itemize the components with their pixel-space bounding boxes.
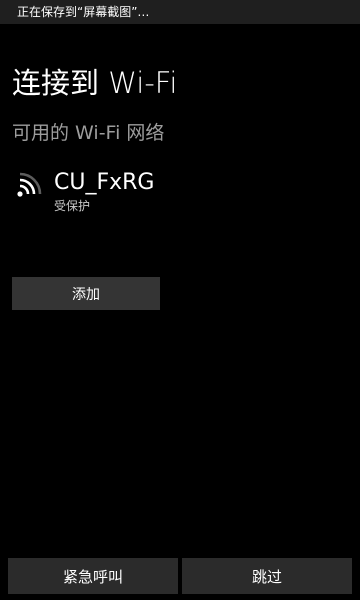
- bottom-action-bar: 紧急呼叫 跳过: [0, 558, 360, 600]
- status-text: 正在保存到“屏幕截图”…: [17, 5, 150, 19]
- emergency-call-button[interactable]: 紧急呼叫: [8, 558, 178, 594]
- status-bar: 正在保存到“屏幕截图”…: [0, 0, 360, 24]
- wifi-network-item[interactable]: CU_FxRG 受保护: [12, 168, 312, 218]
- add-network-button[interactable]: 添加: [12, 277, 160, 310]
- network-security-status: 受保护: [54, 199, 91, 213]
- page-title: 连接到 Wi-Fi: [12, 66, 178, 100]
- available-networks-heading: 可用的 Wi-Fi 网络: [12, 122, 165, 144]
- network-name: CU_FxRG: [54, 170, 155, 195]
- wifi-signal-icon: [17, 172, 42, 197]
- skip-button[interactable]: 跳过: [182, 558, 352, 594]
